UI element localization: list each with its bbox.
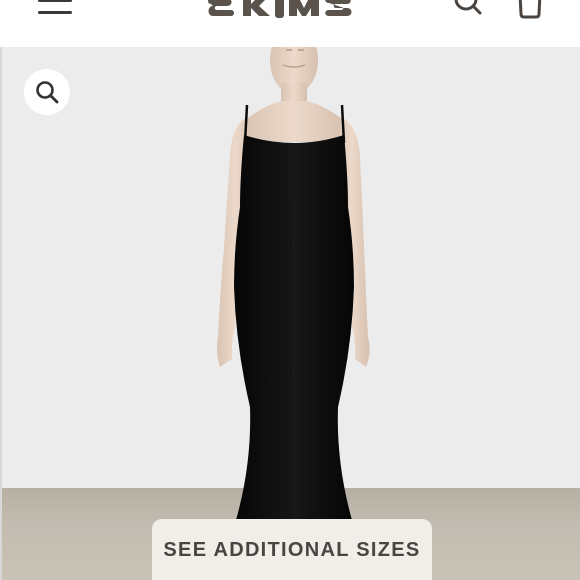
hamburger-menu-icon[interactable] bbox=[38, 0, 72, 16]
magnifier-icon bbox=[36, 81, 59, 104]
product-photo[interactable]: SEE ADDITIONAL SIZES bbox=[0, 47, 580, 580]
see-additional-sizes-button[interactable]: SEE ADDITIONAL SIZES bbox=[152, 519, 432, 580]
zoom-button[interactable] bbox=[24, 69, 70, 115]
product-page: SEE ADDITIONAL SIZES bbox=[0, 0, 580, 580]
model-wearing-dress bbox=[216, 47, 370, 580]
brand-logo[interactable] bbox=[205, 0, 355, 20]
search-icon[interactable] bbox=[452, 0, 484, 18]
site-header bbox=[0, 0, 580, 47]
shopping-bag-icon[interactable] bbox=[516, 0, 544, 20]
